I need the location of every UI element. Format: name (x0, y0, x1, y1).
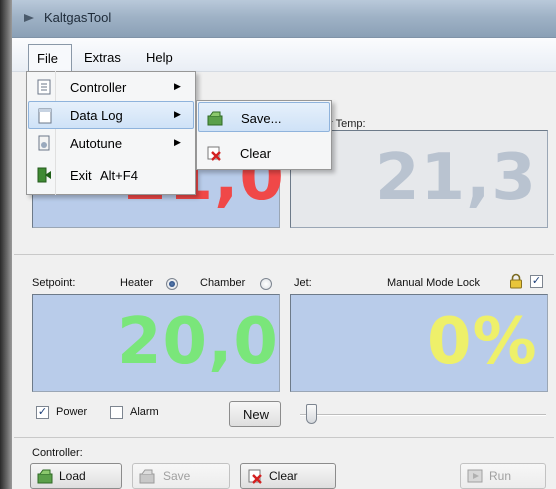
new-button-label: New (243, 407, 270, 422)
submenu-arrow-icon: ▶ (174, 109, 181, 119)
window-title: KaltgasTool (44, 10, 112, 25)
load-button-label: Load (59, 469, 86, 483)
submenu-item-clear[interactable]: Clear (198, 138, 330, 168)
chamber-radio-label: Chamber (200, 277, 246, 289)
menu-file-label: File (37, 51, 58, 66)
exit-shortcut: Alt+F4 (100, 168, 138, 183)
save-icon (139, 468, 155, 484)
submenu-arrow-icon: ▶ (174, 137, 181, 147)
load-button[interactable]: Load (30, 463, 122, 489)
chamber-temp-value: 21,3 (375, 141, 537, 215)
save-button-label: Save (163, 469, 191, 483)
save-log-icon (207, 110, 223, 126)
jet-slider-track[interactable] (300, 414, 546, 416)
menu-item-label: Controller (70, 80, 127, 95)
clear-icon (247, 468, 263, 484)
power-label: Power (56, 406, 88, 418)
heater-radio-label: Heater (120, 277, 154, 289)
run-icon (467, 468, 483, 484)
menu-item-data-log[interactable]: Data Log ▶ (28, 101, 194, 129)
power-checkbox[interactable]: ✓ (36, 406, 49, 419)
run-button-label: Run (489, 469, 512, 483)
app-icon (22, 11, 36, 25)
manual-lock-label: Manual Mode Lock (387, 277, 480, 289)
new-button[interactable]: New (229, 401, 281, 427)
data-log-icon (37, 108, 53, 124)
alarm-checkbox[interactable] (110, 406, 123, 419)
menu-item-autotune[interactable]: Autotune ▶ (28, 129, 194, 157)
jet-display: 0% (290, 294, 548, 392)
jet-label: Jet: (294, 277, 312, 289)
separator (14, 254, 554, 255)
submenu-arrow-icon: ▶ (174, 81, 181, 91)
window-edge (0, 0, 12, 489)
alarm-label: Alarm (130, 406, 159, 418)
controller-icon (36, 79, 52, 95)
run-button[interactable]: Run (460, 463, 546, 489)
clear-log-icon (206, 145, 222, 161)
lock-icon (508, 273, 524, 289)
save-button[interactable]: Save (132, 463, 230, 489)
separator (14, 437, 554, 438)
manual-lock-checkbox[interactable]: ✓ (530, 275, 543, 288)
setpoint-display[interactable]: 20,0 (32, 294, 280, 392)
menu-item-label: Data Log (70, 108, 123, 123)
menu-item-label: Autotune (70, 136, 123, 151)
jet-slider-thumb[interactable] (306, 404, 317, 424)
menu-item-controller[interactable]: Controller ▶ (28, 73, 194, 101)
controller-label: Controller: (32, 447, 83, 459)
menu-item-label: Exit (70, 168, 92, 183)
menu-extras[interactable]: Extras (84, 50, 121, 65)
clear-button-label: Clear (269, 469, 298, 483)
menu-item-exit[interactable]: Exit Alt+F4 (28, 161, 194, 189)
load-icon (37, 468, 53, 484)
heater-radio[interactable] (166, 278, 178, 290)
submenu-item-label: Save... (241, 111, 282, 126)
autotune-icon (36, 135, 52, 151)
submenu-item-save[interactable]: Save... (198, 102, 330, 132)
submenu-item-label: Clear (240, 146, 272, 161)
menu-help[interactable]: Help (146, 50, 173, 65)
menu-file[interactable]: File (28, 44, 72, 72)
clear-button[interactable]: Clear (240, 463, 336, 489)
chamber-radio[interactable] (260, 278, 272, 290)
jet-value: 0% (427, 305, 538, 379)
setpoint-value: 20,0 (117, 305, 279, 379)
exit-icon (36, 167, 52, 183)
setpoint-label: Setpoint: (32, 277, 76, 289)
